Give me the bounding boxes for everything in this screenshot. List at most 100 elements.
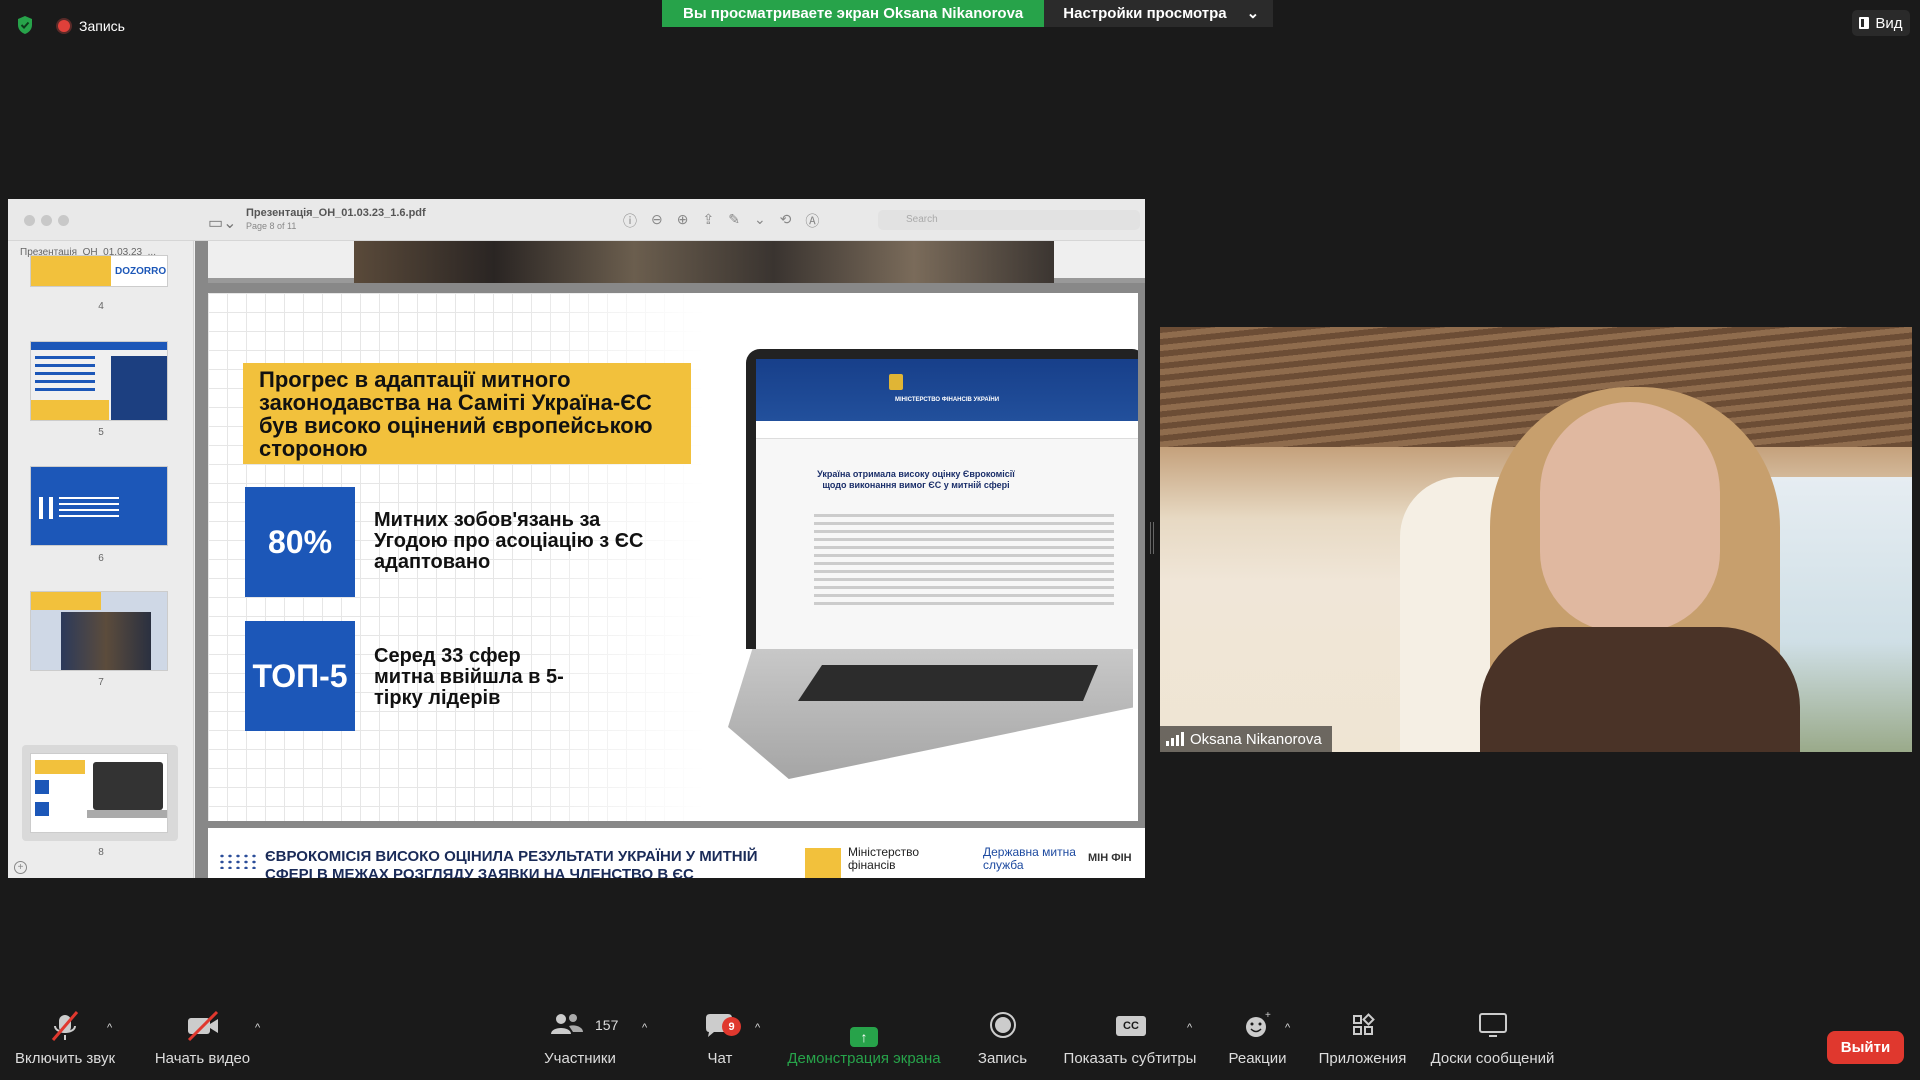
view-button-label: Вид xyxy=(1875,14,1903,32)
trident-icon xyxy=(889,374,903,390)
sharing-banner-text: Вы просматриваете экран Oksana Nikanorov… xyxy=(662,0,1045,27)
participant-name: Oksana Nikanorova xyxy=(1190,730,1322,748)
view-button[interactable]: Вид xyxy=(1852,10,1910,36)
record-label: Запись xyxy=(977,1050,1028,1067)
customs-logo-text: Державна митна служба xyxy=(983,845,1076,872)
zoom-in-icon[interactable]: ⊕ xyxy=(677,211,689,231)
document-area[interactable]: Прогрес в адаптації митного законодавств… xyxy=(195,241,1145,878)
zoom-out-icon[interactable]: ⊖ xyxy=(651,211,663,231)
chat-icon: 9 xyxy=(690,1000,750,1050)
reactions-icon: + xyxy=(1228,1000,1288,1050)
recording-indicator[interactable]: Запись xyxy=(58,18,125,34)
shield-icon[interactable] xyxy=(16,15,34,35)
apps-label: Приложения xyxy=(1318,1050,1407,1067)
slide-headline: Прогрес в адаптації митного законодавств… xyxy=(243,363,691,464)
share-screen-button[interactable]: ↑ Демонстрация экрана xyxy=(785,1000,943,1080)
next-page-headline: ЄВРОКОМІСІЯ ВИСОКО ОЦІНИЛА РЕЗУЛЬТАТИ УК… xyxy=(265,848,758,878)
sidebar-toggle-icon[interactable]: ▭⌄ xyxy=(208,213,237,232)
close-window-icon[interactable] xyxy=(24,215,35,226)
add-page-icon[interactable]: + xyxy=(14,861,27,874)
site-article-headline: Україна отримала високу оцінку Єврокоміс… xyxy=(817,469,1015,490)
participants-count: 157 xyxy=(595,1017,619,1033)
zoom-window-icon[interactable] xyxy=(58,215,69,226)
record-button[interactable]: Запись xyxy=(970,1000,1035,1080)
slide-page-8: Прогрес в адаптації митного законодавств… xyxy=(208,293,1138,821)
participant-name-tag: Oksana Nikanorova xyxy=(1160,726,1332,752)
audio-options-chevron-icon[interactable]: ^ xyxy=(107,1022,117,1034)
thumbnail-number: 8 xyxy=(98,847,104,858)
captions-label: Показать субтитры xyxy=(1063,1050,1197,1067)
rotate-icon[interactable]: ⟲ xyxy=(780,211,792,231)
next-page-slice: ЄВРОКОМІСІЯ ВИСОКО ОЦІНИЛА РЕЗУЛЬТАТИ УК… xyxy=(208,828,1145,878)
dot-pattern xyxy=(218,853,258,869)
signal-bars-icon xyxy=(1166,732,1184,746)
annotate-icon[interactable]: Ⓐ xyxy=(805,211,819,231)
recording-label: Запись xyxy=(79,18,125,34)
minfin-logo-text: МІН ФІН xyxy=(1088,852,1132,864)
info-icon[interactable]: ⓘ xyxy=(623,211,637,231)
cc-icon: CC xyxy=(1100,1000,1160,1050)
viewer-file-title: Презентація_ОН_01.03.23_1.6.pdf xyxy=(246,207,426,219)
stat2-text: Серед 33 сфер митна ввійшла в 5-тірку лі… xyxy=(374,645,564,709)
shared-screen[interactable]: ▭⌄ Презентація_ОН_01.03.23_1.6.pdf Page … xyxy=(8,199,1145,878)
ministry-site-title: МІНІСТЕРСТВО ФІНАНСІВ УКРАЇНИ xyxy=(894,397,1000,403)
site-nav xyxy=(756,421,1138,439)
markup-icon[interactable]: ✎ xyxy=(728,211,740,231)
record-dot-icon xyxy=(58,20,70,32)
chat-chevron-icon[interactable]: ^ xyxy=(755,1022,765,1034)
thumbnail-page-7[interactable] xyxy=(30,591,168,671)
viewer-toolbar: ▭⌄ Презентація_ОН_01.03.23_1.6.pdf Page … xyxy=(8,199,1145,241)
laptop-screen: МІНІСТЕРСТВО ФІНАНСІВ УКРАЇНИ Україна от… xyxy=(746,349,1138,649)
thumbnail-page-6[interactable] xyxy=(30,466,168,546)
participants-icon: 157 xyxy=(535,1000,625,1050)
view-icon xyxy=(1859,17,1870,29)
share-icon[interactable]: ⇪ xyxy=(702,211,714,231)
captions-button[interactable]: CC Показать субтитры xyxy=(1060,1000,1200,1080)
share-screen-label: Демонстрация экрана xyxy=(787,1050,941,1067)
captions-chevron-icon[interactable]: ^ xyxy=(1187,1022,1197,1034)
thumbnail-page-8[interactable] xyxy=(30,753,168,833)
start-video-button[interactable]: Начать видео xyxy=(150,1000,255,1080)
share-screen-icon: ↑ xyxy=(834,1000,894,1050)
markup-chevron-icon[interactable]: ⌄ xyxy=(754,211,766,231)
laptop-keyboard xyxy=(798,665,1098,701)
site-article-text xyxy=(814,514,1114,610)
leave-button[interactable]: Выйти xyxy=(1827,1031,1904,1064)
chat-button[interactable]: 9 Чат xyxy=(700,1000,741,1080)
participants-label: Участники xyxy=(544,1050,616,1067)
whiteboards-label: Доски сообщений xyxy=(1430,1050,1555,1067)
video-options-chevron-icon[interactable]: ^ xyxy=(255,1022,265,1034)
thumbnail-number: 7 xyxy=(98,677,104,688)
split-drag-handle[interactable] xyxy=(1150,522,1154,554)
thumbnail-page-5[interactable] xyxy=(30,341,168,421)
thumbnail-number: 5 xyxy=(98,427,104,438)
view-options-label: Настройки просмотра xyxy=(1063,5,1227,22)
apps-button[interactable]: Приложения xyxy=(1315,1000,1410,1080)
thumbnail-page-4[interactable]: DOZORRO xyxy=(30,255,168,287)
view-options-button[interactable]: Настройки просмотра ⌄ xyxy=(1044,0,1274,27)
whiteboards-button[interactable]: Доски сообщений xyxy=(1425,1000,1560,1080)
dozorro-logo: DOZORRO xyxy=(115,266,167,277)
meeting-toolbar: Включить звук ^ Начать видео ^ 157 Участ… xyxy=(0,1000,1920,1080)
reactions-chevron-icon[interactable]: ^ xyxy=(1285,1022,1295,1034)
participants-button[interactable]: 157 Участники xyxy=(540,1000,620,1080)
start-video-label: Начать видео xyxy=(154,1050,251,1067)
photo-strip xyxy=(354,241,1054,283)
stat1-value: 80% xyxy=(245,487,355,597)
viewer-page-indicator: Page 8 of 11 xyxy=(246,221,297,231)
svg-text:+: + xyxy=(1265,1010,1271,1021)
reactions-button[interactable]: + Реакции xyxy=(1225,1000,1290,1080)
reactions-label: Реакции xyxy=(1228,1050,1287,1067)
unmute-label: Включить звук xyxy=(14,1050,116,1067)
minimize-window-icon[interactable] xyxy=(41,215,52,226)
participants-chevron-icon[interactable]: ^ xyxy=(642,1022,652,1034)
thumbnail-number: 6 xyxy=(98,553,104,564)
unmute-button[interactable]: Включить звук xyxy=(10,1000,120,1080)
previous-page-slice xyxy=(208,241,1145,283)
record-icon xyxy=(973,1000,1033,1050)
viewer-search-input[interactable]: Search xyxy=(878,210,1140,230)
stat2-value: ТОП-5 xyxy=(245,621,355,731)
chat-badge: 9 xyxy=(722,1017,741,1036)
participant-video[interactable]: Oksana Nikanorova xyxy=(1160,327,1912,752)
ministry-logo-text: Міністерство фінансів xyxy=(848,845,920,872)
